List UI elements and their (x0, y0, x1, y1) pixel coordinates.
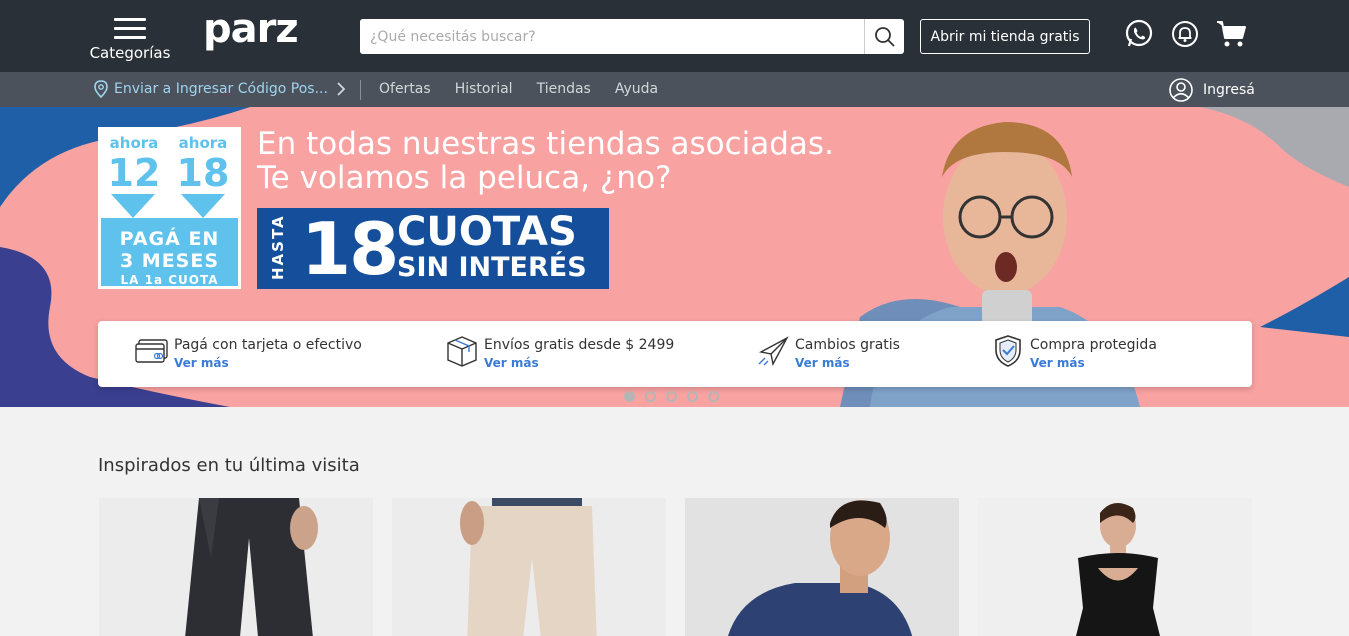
arrow-down-icon (181, 194, 225, 218)
sub-navigation: Enviar a Ingresar Código Pos... Ofertas … (0, 72, 1349, 107)
section-title: Inspirados en tu última visita (98, 455, 360, 476)
product-card[interactable] (685, 498, 959, 636)
logo[interactable]: parz (203, 6, 299, 52)
nav-link-historial[interactable]: Historial (455, 81, 513, 97)
ahora-label-a: ahora (109, 134, 159, 152)
feature-protection-text: Compra protegida (1030, 337, 1157, 353)
product-image-black-jeans (99, 498, 373, 636)
credit-card-icon (134, 333, 170, 369)
nav-link-tiendas[interactable]: Tiendas (537, 81, 591, 97)
product-image-black-dress (978, 498, 1252, 636)
search-icon (874, 26, 895, 47)
ship-prefix: Enviar a (114, 81, 172, 97)
carousel-dot-3[interactable] (666, 391, 677, 402)
ahora-label-b: ahora (178, 134, 228, 152)
hero-title-line2: Te volamos la peluca, ¿no? (257, 160, 672, 196)
carousel-dot-1[interactable] (624, 391, 635, 402)
categories-menu-button[interactable]: Categorías (88, 14, 172, 68)
location-pin-icon (94, 80, 108, 98)
product-card[interactable] (392, 498, 666, 636)
paga-line1: PAGÁ EN (119, 228, 220, 250)
product-image-blue-shirt (685, 498, 959, 636)
plan-a-number: 12 (107, 151, 161, 195)
hasta-label: HASTA (269, 214, 287, 280)
features-bar: Pagá con tarjeta o efectivo Ver más Envío… (98, 321, 1252, 387)
feature-protection-more-link[interactable]: Ver más (1030, 354, 1157, 372)
plan-ahora-18: ahora 18 (172, 134, 234, 195)
categories-label: Categorías (89, 44, 171, 62)
paga-line2: 3 MESES (119, 250, 220, 272)
paper-plane-icon (755, 333, 791, 369)
sin-interes-label: SIN INTERÉS (397, 252, 587, 283)
feature-shipping-text: Envíos gratis desde $ 2499 (484, 337, 675, 353)
cuotas-sin-interes-box: HASTA 18 CUOTAS SIN INTERÉS (257, 208, 609, 289)
arrow-down-icon (111, 194, 155, 218)
chevron-right-icon (337, 82, 346, 96)
shield-check-icon (990, 333, 1026, 369)
product-card[interactable] (978, 498, 1252, 636)
bell-icon (1172, 21, 1198, 47)
feature-shipping-more-link[interactable]: Ver más (484, 354, 674, 372)
feature-returns-more-link[interactable]: Ver más (795, 354, 900, 372)
divider (360, 80, 361, 100)
user-icon (1169, 78, 1193, 102)
carousel-dots (624, 391, 719, 402)
feature-payment-text: Pagá con tarjeta o efectivo (174, 337, 362, 353)
plan-ahora-12: ahora 12 (103, 134, 165, 195)
notifications-button[interactable] (1169, 18, 1201, 50)
feature-returns: Cambios gratis Ver más (755, 333, 900, 372)
login-label: Ingresá (1203, 82, 1255, 98)
shipping-location-link[interactable]: Enviar a Ingresar Código Pos... (94, 80, 346, 98)
whatsapp-icon (1125, 19, 1153, 47)
search-input[interactable] (360, 19, 864, 54)
plan-b-number: 18 (176, 151, 230, 195)
cuotas-number: 18 (301, 207, 399, 291)
cart-button[interactable] (1215, 18, 1247, 50)
nav-link-ayuda[interactable]: Ayuda (615, 81, 658, 97)
top-bar: Categorías parz Abrir mi tienda gratis (0, 0, 1349, 72)
installments-badge: ahora 12 ahora 18 PAGÁ EN 3 MESES LA 1a … (98, 127, 241, 289)
ship-postal-code: Ingresar Código Pos... (175, 81, 328, 97)
login-link[interactable]: Ingresá (1169, 78, 1255, 102)
carousel-dot-2[interactable] (645, 391, 656, 402)
pay-later-text: PAGÁ EN 3 MESES LA 1a CUOTA (101, 228, 238, 287)
carousel-dot-5[interactable] (708, 391, 719, 402)
open-store-button[interactable]: Abrir mi tienda gratis (920, 19, 1090, 54)
hamburger-icon (114, 18, 146, 39)
whatsapp-button[interactable] (1123, 18, 1155, 50)
cart-icon (1217, 21, 1246, 47)
cuotas-word: CUOTAS (397, 209, 577, 255)
package-icon (444, 333, 480, 369)
hero-banner[interactable]: ahora 12 ahora 18 PAGÁ EN 3 MESES LA 1a … (0, 107, 1349, 407)
feature-payment-more-link[interactable]: Ver más (174, 354, 362, 372)
hero-title-line1: En todas nuestras tiendas asociadas. (257, 126, 834, 162)
nav-link-ofertas[interactable]: Ofertas (379, 81, 431, 97)
product-card[interactable] (99, 498, 373, 636)
carousel-dot-4[interactable] (687, 391, 698, 402)
search-button[interactable] (864, 19, 904, 54)
product-image-beige-pants (392, 498, 666, 636)
feature-payment: Pagá con tarjeta o efectivo Ver más (134, 333, 362, 372)
paga-line3: LA 1a CUOTA (120, 273, 219, 287)
feature-returns-text: Cambios gratis (795, 337, 900, 353)
nav-links: Ofertas Historial Tiendas Ayuda (379, 81, 658, 97)
search-bar (360, 19, 904, 54)
hero-title: En todas nuestras tiendas asociadas. Te … (257, 127, 834, 195)
feature-shipping: Envíos gratis desde $ 2499 Ver más (444, 333, 674, 372)
feature-protection: Compra protegida Ver más (990, 333, 1157, 372)
